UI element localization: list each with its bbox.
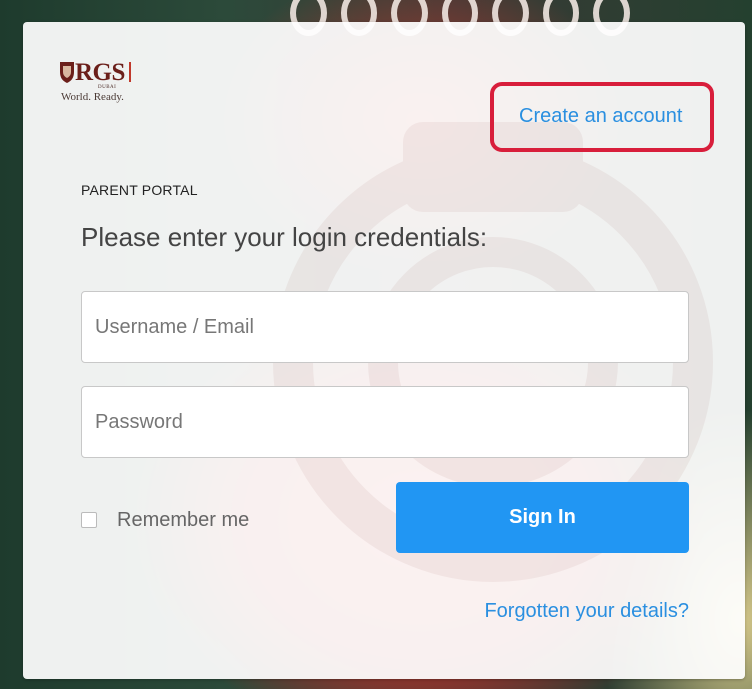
portal-label: PARENT PORTAL — [81, 182, 198, 198]
sign-in-button[interactable]: Sign In — [396, 482, 689, 553]
rgs-logo: RGS DUBAI World. Ready. — [58, 58, 158, 128]
background-crest-decoration — [290, 0, 631, 36]
username-input[interactable] — [81, 291, 689, 363]
logo-text: RGS — [75, 59, 131, 86]
remember-me[interactable]: Remember me — [81, 505, 249, 535]
crest-icon — [60, 62, 74, 83]
forgot-details-link[interactable]: Forgotten your details? — [484, 598, 689, 624]
create-account-link[interactable]: Create an account — [519, 103, 682, 129]
remember-me-checkbox[interactable] — [81, 512, 97, 528]
logo-location: DUBAI — [98, 85, 117, 90]
logo-tagline: World. Ready. — [61, 91, 124, 103]
remember-me-label: Remember me — [117, 508, 250, 531]
login-prompt: Please enter your login credentials: — [81, 222, 488, 252]
password-input[interactable] — [81, 386, 689, 458]
